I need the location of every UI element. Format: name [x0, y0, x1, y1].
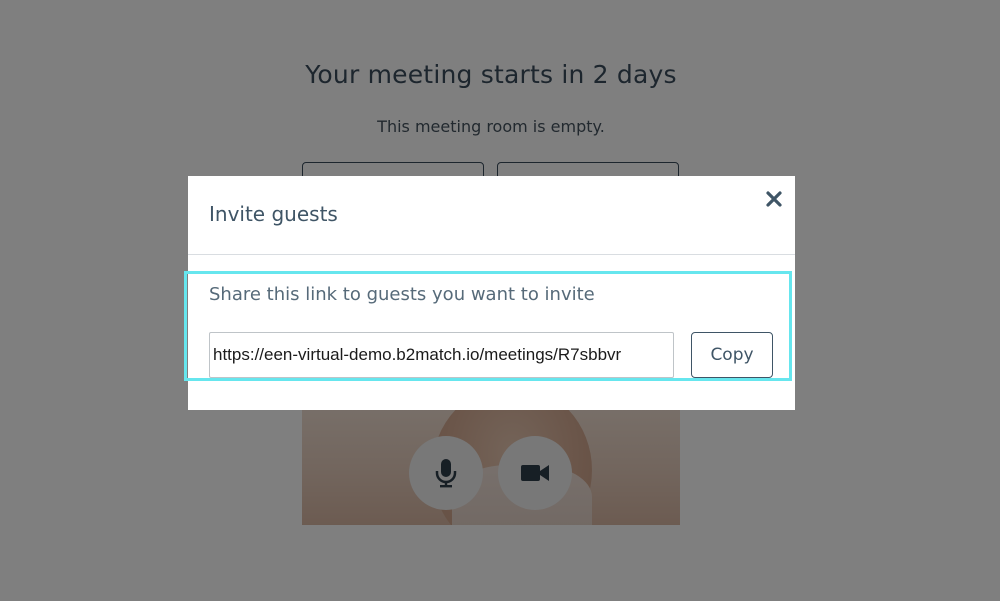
invite-guests-modal: Invite guests Share this link to guests … — [184, 176, 795, 410]
copy-button[interactable]: Copy — [691, 332, 773, 378]
invite-link-input[interactable] — [209, 332, 674, 378]
close-button[interactable] — [765, 190, 783, 208]
close-icon — [765, 190, 783, 208]
share-instructions: Share this link to guests you want to in… — [209, 284, 595, 305]
modal-title: Invite guests — [209, 202, 338, 226]
modal-divider — [188, 254, 795, 255]
